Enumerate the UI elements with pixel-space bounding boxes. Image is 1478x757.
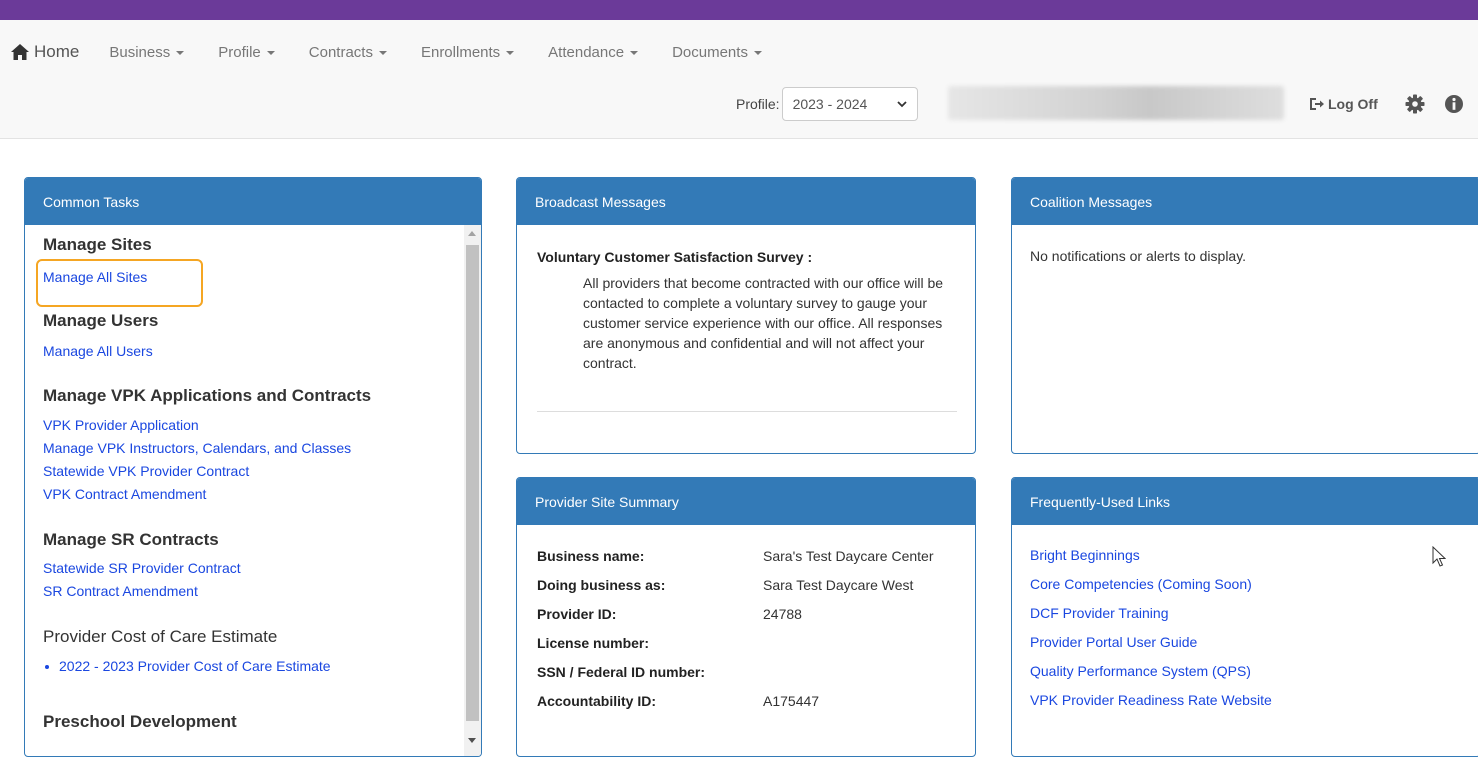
redacted-user-info (948, 86, 1284, 120)
provider-portal-user-guide-link[interactable]: Provider Portal User Guide (1030, 634, 1197, 650)
provider-site-summary-panel: Provider Site Summary Business name: Sara… (516, 477, 976, 757)
profile-label: Profile: (736, 96, 780, 112)
bullet-dot (45, 665, 49, 670)
vpk-readiness-rate-link[interactable]: VPK Provider Readiness Rate Website (1030, 692, 1272, 708)
nav-contracts[interactable]: Contracts (309, 44, 387, 61)
common-tasks-panel: Common Tasks Manage Sites Manage All Sit… (24, 177, 482, 757)
manage-all-sites-link[interactable]: Manage All Sites (43, 269, 147, 285)
dcf-provider-training-link[interactable]: DCF Provider Training (1030, 605, 1169, 621)
caret-down-icon (753, 51, 762, 55)
caret-down-icon (630, 51, 639, 55)
tasks-scrollbar[interactable] (464, 225, 481, 756)
home-icon (11, 44, 29, 60)
nav-enrollments[interactable]: Enrollments (420, 43, 515, 61)
summary-value: 24788 (763, 606, 802, 622)
caret-down-icon (506, 51, 515, 55)
summary-label: Business name: (537, 548, 645, 564)
summary-value: Sara's Test Daycare Center (763, 548, 934, 564)
statewide-vpk-contract-link[interactable]: Statewide VPK Provider Contract (43, 463, 249, 479)
broadcast-messages-panel: Broadcast Messages Voluntary Customer Sa… (516, 177, 976, 454)
cost-of-care-heading: Provider Cost of Care Estimate (43, 627, 278, 646)
navbar: Home Business Profile Contracts Enrollme… (0, 20, 1478, 139)
nav-business-label: Business (109, 43, 171, 61)
preschool-development-heading: Preschool Development (43, 712, 237, 731)
profile-year-select[interactable]: 2023 - 2024 (781, 87, 918, 121)
vpk-contract-amendment-link[interactable]: VPK Contract Amendment (43, 486, 206, 502)
caret-down-icon (176, 51, 185, 55)
common-tasks-header: Common Tasks (25, 178, 481, 225)
vpk-heading: Manage VPK Applications and Contracts (43, 386, 372, 405)
common-tasks-body: Manage Sites Manage All Sites Manage Use… (25, 225, 481, 756)
broadcast-message-body: All providers that become contracted wit… (583, 275, 944, 371)
profile-year-value: 2023 - 2024 (792, 96, 868, 112)
summary-label: Provider ID: (537, 606, 617, 622)
scroll-up-arrow-icon[interactable] (468, 231, 476, 236)
caret-down-icon (378, 51, 387, 55)
summary-label: Doing business as: (537, 577, 666, 593)
gear-icon[interactable] (1405, 94, 1425, 114)
summary-label: SSN / Federal ID number: (537, 664, 706, 680)
mouse-pointer-icon (1432, 546, 1446, 567)
statewide-sr-contract-link[interactable]: Statewide SR Provider Contract (43, 560, 241, 576)
divider (537, 411, 957, 412)
summary-row: Provider ID: 24788 (537, 606, 802, 622)
summary-value: A175447 (763, 693, 820, 709)
main-nav: Home Business Profile Contracts Enrollme… (10, 42, 796, 62)
sign-out-icon (1310, 98, 1324, 110)
summary-row: License number: (537, 635, 763, 651)
nav-documents-label: Documents (672, 43, 748, 61)
summary-row: Business name: Sara's Test Daycare Center (537, 548, 934, 564)
summary-label: Accountability ID: (537, 693, 657, 709)
nav-enrollments-label: Enrollments (420, 43, 501, 61)
core-competencies-link[interactable]: Core Competencies (Coming Soon) (1030, 576, 1252, 592)
logoff-label: Log Off (1328, 96, 1378, 112)
sr-contract-amendment-link[interactable]: SR Contract Amendment (43, 583, 198, 599)
frequently-used-links-header: Frequently-Used Links (1012, 478, 1478, 525)
caret-down-icon (266, 51, 275, 55)
manage-sites-heading: Manage Sites (43, 235, 152, 254)
sr-contracts-heading: Manage SR Contracts (43, 530, 219, 549)
nav-home-label: Home (34, 42, 80, 61)
frequently-used-links-panel: Frequently-Used Links Bright Beginnings … (1011, 477, 1478, 757)
cost-of-care-link-label: 2022 - 2023 Provider Cost of Care Estima… (59, 658, 331, 674)
coalition-messages-header: Coalition Messages (1012, 178, 1478, 225)
logoff-link[interactable]: Log Off (1309, 96, 1378, 112)
scroll-thumb[interactable] (466, 245, 479, 721)
info-icon[interactable] (1444, 94, 1464, 114)
quality-performance-system-link[interactable]: Quality Performance System (QPS) (1030, 663, 1251, 679)
summary-row: Accountability ID: A175447 (537, 693, 819, 709)
nav-attendance-label: Attendance (548, 43, 625, 61)
chevron-down-icon (896, 101, 907, 108)
top-accent-bar (0, 0, 1478, 20)
summary-label: License number: (537, 635, 650, 651)
summary-row: Doing business as: Sara Test Daycare West (537, 577, 913, 593)
nav-documents[interactable]: Documents (672, 44, 762, 61)
broadcast-messages-header: Broadcast Messages (517, 178, 975, 225)
nav-home[interactable]: Home (10, 42, 79, 62)
nav-business[interactable]: Business (109, 43, 185, 61)
profile-selector: Profile: 2023 - 2024 (736, 87, 918, 121)
summary-row: SSN / Federal ID number: (537, 664, 763, 680)
summary-value: Sara Test Daycare West (763, 577, 914, 593)
nav-contracts-label: Contracts (308, 43, 373, 61)
coalition-empty-text: No notifications or alerts to display. (1030, 248, 1247, 264)
broadcast-message-title: Voluntary Customer Satisfaction Survey : (537, 249, 813, 265)
coalition-messages-panel: Coalition Messages No notifications or a… (1011, 177, 1478, 454)
vpk-provider-application-link[interactable]: VPK Provider Application (43, 417, 199, 433)
manage-users-heading: Manage Users (43, 311, 159, 330)
scroll-down-arrow-icon[interactable] (468, 738, 476, 743)
nav-profile[interactable]: Profile (218, 44, 275, 61)
nav-attendance[interactable]: Attendance (548, 43, 639, 61)
manage-all-users-link[interactable]: Manage All Users (43, 343, 153, 359)
manage-vpk-instructors-link[interactable]: Manage VPK Instructors, Calendars, and C… (43, 440, 351, 456)
bright-beginnings-link[interactable]: Bright Beginnings (1030, 547, 1140, 563)
provider-site-summary-header: Provider Site Summary (517, 478, 975, 525)
cost-of-care-link[interactable]: 2022 - 2023 Provider Cost of Care Estima… (45, 658, 331, 674)
nav-profile-label: Profile (218, 43, 261, 61)
